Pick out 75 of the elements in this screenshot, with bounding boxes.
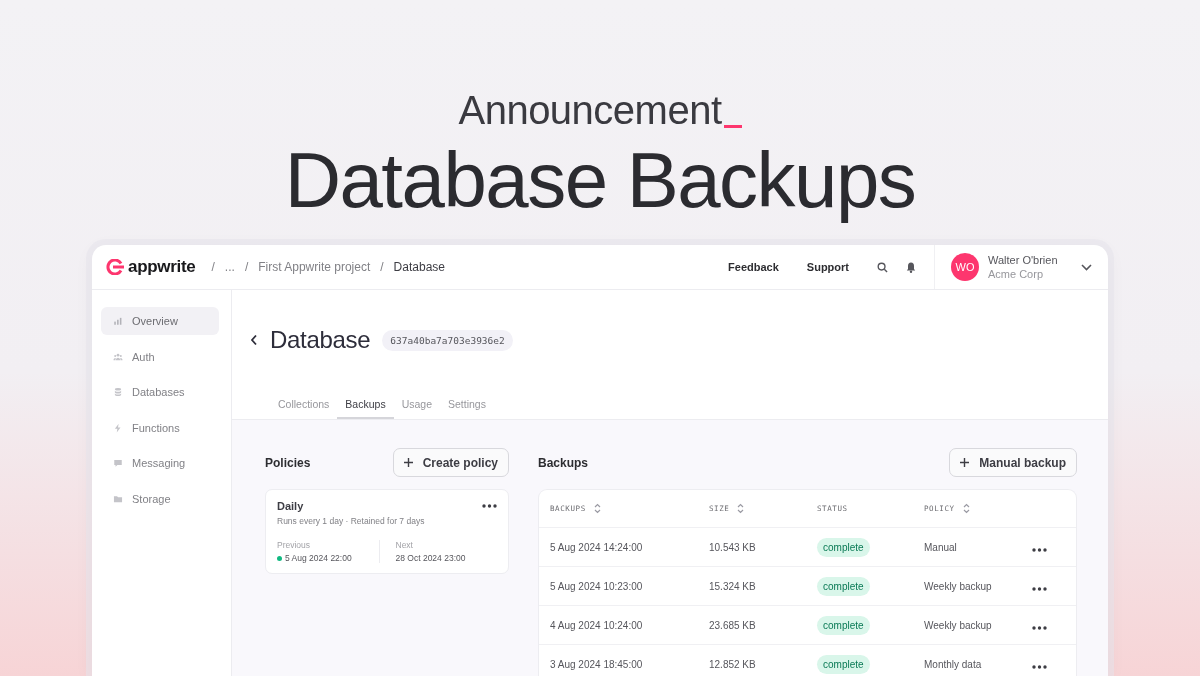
field-label: Previous — [277, 540, 312, 550]
breadcrumb-separator: / — [244, 260, 249, 274]
breadcrumb-separator: / — [380, 260, 384, 274]
status-badge: complete — [817, 654, 870, 674]
previous-run: 5 Aug 2024 22:00 — [285, 553, 352, 563]
sidebar-item[interactable]: Functions — [101, 413, 219, 442]
page-title: Database — [270, 326, 371, 354]
plus-icon — [403, 458, 413, 467]
more-icon[interactable] — [1032, 548, 1047, 552]
table-cell-text: Weekly backup — [924, 619, 993, 631]
table-cell-text: 15.324 KB — [709, 580, 757, 592]
tab[interactable]: Collections — [270, 398, 338, 419]
tab[interactable]: Usage — [393, 398, 440, 419]
header-link[interactable]: Feedback — [728, 261, 779, 273]
more-icon[interactable] — [1032, 587, 1047, 591]
table-cell-text: 10.543 KB — [709, 541, 757, 553]
breadcrumb-link[interactable]: ... — [224, 260, 235, 274]
back-icon[interactable] — [250, 334, 258, 346]
lightning-icon — [113, 422, 123, 433]
sort-icon[interactable] — [593, 503, 601, 514]
folder-icon — [113, 493, 123, 504]
search-icon[interactable] — [877, 261, 888, 273]
bar-chart-icon — [113, 316, 123, 326]
chevron-down-icon[interactable] — [1081, 263, 1092, 271]
status-badge: complete — [817, 537, 870, 557]
sidebar-item[interactable]: Databases — [101, 378, 219, 406]
sidebar-item[interactable]: Overview — [101, 307, 219, 335]
section-title: Policies — [265, 455, 311, 470]
table-cell-text: 3 Aug 2024 18:45:00 — [550, 658, 644, 670]
table-cell-text: 23.685 KB — [709, 619, 757, 631]
policy-name: Daily — [277, 500, 304, 512]
sidebar-item[interactable]: Auth — [101, 342, 219, 371]
bell-icon[interactable] — [906, 261, 916, 273]
breadcrumb-separator: / — [211, 260, 215, 274]
hero-title: Database Backups — [284, 138, 916, 222]
table-cell-text: Weekly backup — [924, 580, 993, 592]
section-title: Backups — [538, 455, 589, 470]
tab[interactable]: Settings — [440, 398, 494, 419]
table-cell-text: 5 Aug 2024 14:24:00 — [550, 541, 644, 553]
user-name: Walter O'brien — [988, 254, 1059, 266]
table-cell-text: 4 Aug 2024 10:24:00 — [550, 619, 644, 631]
table-cell-text: 5 Aug 2024 10:23:00 — [550, 580, 644, 592]
plus-icon — [960, 458, 970, 467]
sidebar-item[interactable]: Messaging — [101, 449, 219, 477]
sidebar-item[interactable]: Storage — [101, 484, 219, 513]
policy-description: Runs every 1 day · Retained for 7 days — [277, 516, 426, 526]
breadcrumb-link[interactable]: First Appwrite project — [258, 260, 371, 274]
logo[interactable]: appwrite — [106, 257, 196, 277]
sort-icon[interactable] — [962, 503, 970, 514]
database-id[interactable]: 637a40ba7a703e3936e2 — [382, 329, 513, 351]
field-label: Next — [395, 540, 414, 550]
more-icon[interactable] — [1032, 626, 1047, 630]
logo-icon — [106, 259, 124, 275]
header-link[interactable]: Support — [806, 261, 849, 273]
next-run: 28 Oct 2024 23:00 — [395, 553, 467, 563]
org-name: Acme Corp — [988, 268, 1045, 280]
users-icon — [113, 351, 123, 362]
table-cell-text: Monthly data — [924, 658, 983, 670]
database-icon — [113, 387, 123, 397]
status-badge: complete — [817, 576, 870, 596]
chat-icon — [113, 458, 123, 468]
more-icon[interactable] — [482, 504, 497, 508]
table-cell-text: 12.852 KB — [709, 658, 757, 670]
eyebrow-text: Announcement — [458, 87, 722, 134]
text-cursor — [723, 125, 742, 128]
breadcrumb-link[interactable]: Database — [393, 260, 445, 274]
table-cell-text: Manual — [924, 541, 958, 553]
user-avatar[interactable]: WO — [951, 253, 979, 281]
status-badge: complete — [817, 615, 870, 635]
logo-text: appwrite — [128, 257, 196, 277]
tab[interactable]: Backups — [337, 398, 394, 419]
sort-icon[interactable] — [737, 503, 745, 514]
manual-backup-button[interactable]: Manual backup — [949, 448, 1077, 477]
more-icon[interactable] — [1032, 665, 1047, 669]
create-policy-button[interactable]: Create policy — [392, 448, 509, 477]
